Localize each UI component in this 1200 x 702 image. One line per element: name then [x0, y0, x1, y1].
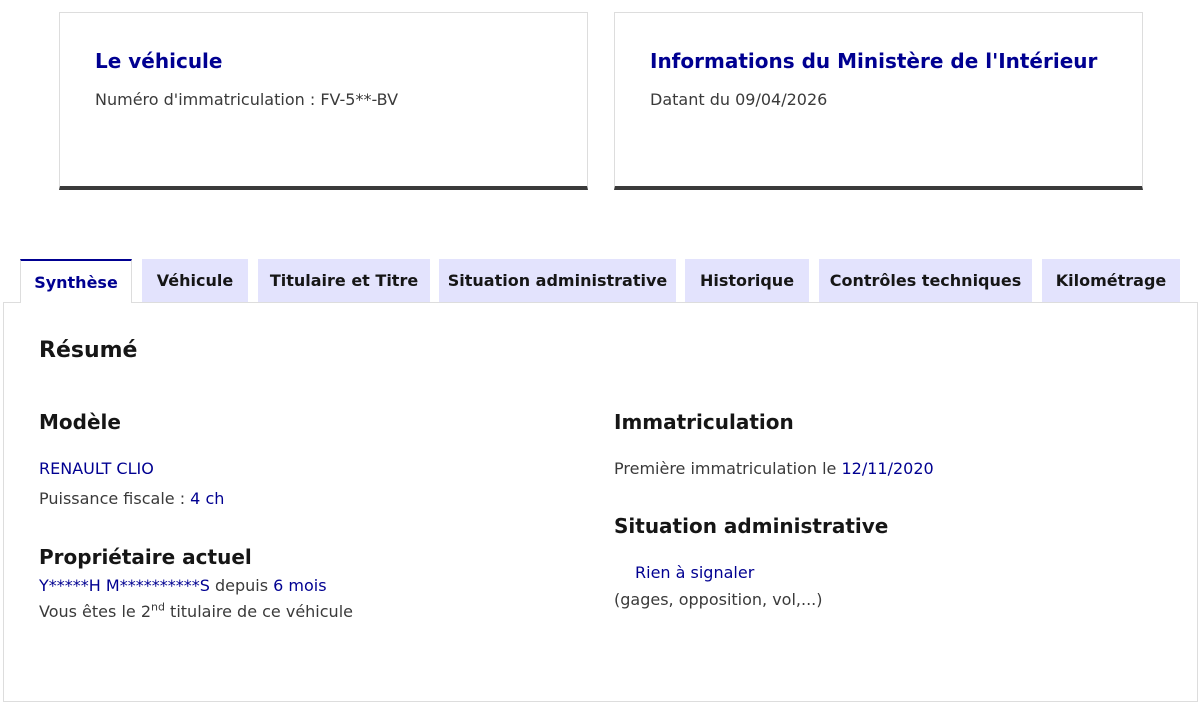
plate-number: Numéro d'immatriculation : FV-5**-BV — [95, 90, 398, 109]
registration-heading: Immatriculation — [614, 410, 794, 434]
tab-vehicule[interactable]: Véhicule — [142, 259, 248, 302]
first-registration-label: Première immatriculation le — [614, 459, 842, 478]
admin-status-value: Rien à signaler — [635, 563, 755, 582]
owner-rank-prefix: Vous êtes le 2 — [39, 602, 151, 621]
model-heading: Modèle — [39, 410, 121, 434]
tab-situation-administrative[interactable]: Situation administrative — [439, 259, 676, 302]
owner-line: Y*****H M**********S depuis 6 mois — [39, 576, 327, 595]
first-registration: Première immatriculation le 12/11/2020 — [614, 459, 934, 478]
summary-title: Résumé — [39, 338, 138, 363]
ministry-date: Datant du 09/04/2026 — [650, 90, 828, 109]
fiscal-power-label: Puissance fiscale : — [39, 489, 191, 508]
admin-status-details: (gages, opposition, vol,...) — [614, 590, 823, 609]
tab-kilometrage[interactable]: Kilométrage — [1042, 259, 1180, 302]
ministry-card-title: Informations du Ministère de l'Intérieur — [650, 49, 1098, 73]
owner-rank-suffix: titulaire de ce véhicule — [164, 602, 353, 621]
model-name: RENAULT CLIO — [39, 459, 154, 478]
owner-heading: Propriétaire actuel — [39, 545, 252, 569]
fiscal-power-value: 4 ch — [190, 489, 225, 508]
owner-rank: Vous êtes le 2nd titulaire de ce véhicul… — [39, 602, 353, 621]
tab-controles-techniques[interactable]: Contrôles techniques — [819, 259, 1032, 302]
plate-label: Numéro d'immatriculation : — [95, 90, 321, 109]
tab-historique[interactable]: Historique — [685, 259, 809, 302]
ministry-card: Informations du Ministère de l'Intérieur… — [614, 12, 1143, 190]
tab-synthese[interactable]: Synthèse — [20, 259, 132, 303]
vehicle-card-title: Le véhicule — [95, 49, 223, 73]
fiscal-power: Puissance fiscale : 4 ch — [39, 489, 224, 508]
owner-name: Y*****H M**********S — [39, 576, 210, 595]
admin-status-heading: Situation administrative — [614, 514, 889, 538]
owner-since-value: 6 mois — [273, 576, 327, 595]
tab-titulaire-titre[interactable]: Titulaire et Titre — [258, 259, 430, 302]
plate-value: FV-5**-BV — [320, 90, 399, 109]
vehicle-card: Le véhicule Numéro d'immatriculation : F… — [59, 12, 588, 190]
owner-since-label: depuis — [209, 576, 274, 595]
first-registration-date: 12/11/2020 — [841, 459, 934, 478]
owner-rank-sup: nd — [151, 600, 165, 614]
